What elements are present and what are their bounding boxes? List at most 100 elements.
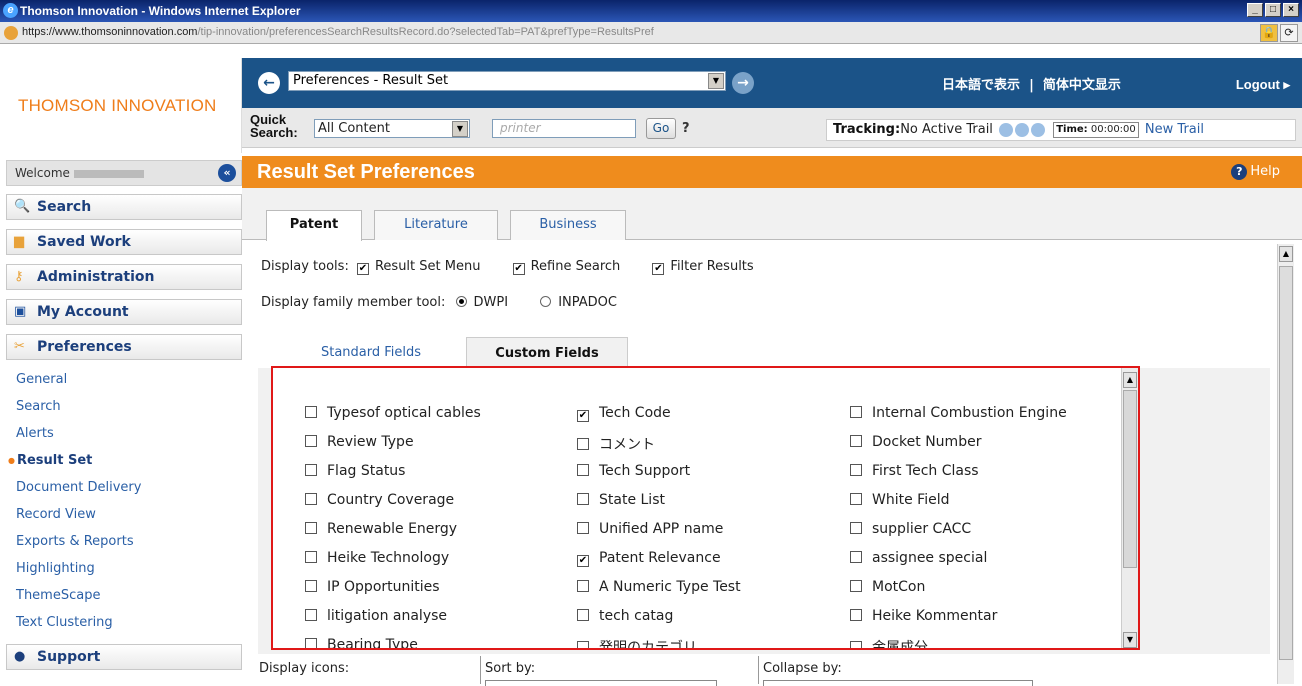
sort-by-select[interactable] <box>485 680 717 686</box>
nav-saved-work[interactable]: ▆ Saved Work <box>6 229 242 255</box>
field-checkbox[interactable] <box>577 522 589 534</box>
pause-icon[interactable] <box>1015 122 1030 137</box>
stop-icon[interactable] <box>1031 122 1046 137</box>
field-checkbox[interactable] <box>305 464 317 476</box>
fields-scrollbar[interactable]: ▲ ▼ <box>1121 368 1138 648</box>
custom-field-item[interactable]: Typesof optical cables <box>305 405 481 421</box>
scroll-thumb[interactable] <box>1123 390 1137 568</box>
scroll-down-icon[interactable]: ▼ <box>1123 632 1137 648</box>
field-checkbox[interactable] <box>577 464 589 476</box>
custom-field-item[interactable]: ✔ Patent Relevance <box>577 550 721 567</box>
field-checkbox[interactable] <box>577 641 589 648</box>
field-checkbox[interactable] <box>850 522 862 534</box>
back-arrow-icon[interactable]: ← <box>258 72 280 94</box>
go-button[interactable]: Go <box>646 118 676 139</box>
custom-field-item[interactable]: State List <box>577 492 665 508</box>
field-checkbox[interactable]: ✔ <box>577 410 589 422</box>
main-scrollbar[interactable]: ▲ <box>1277 244 1294 684</box>
tab-business[interactable]: Business <box>510 210 626 240</box>
nav-my-account[interactable]: ▣ My Account <box>6 299 242 325</box>
minimize-button[interactable]: _ <box>1247 3 1263 17</box>
custom-field-item[interactable]: コメント <box>577 434 655 454</box>
custom-field-item[interactable]: supplier CACC <box>850 521 971 537</box>
field-checkbox[interactable] <box>850 580 862 592</box>
search-scope-select[interactable]: All Content ▼ <box>314 119 470 138</box>
custom-field-item[interactable]: Flag Status <box>305 463 405 479</box>
tab-patent[interactable]: Patent <box>266 210 362 241</box>
field-checkbox[interactable] <box>305 551 317 563</box>
sidebar-item-document-delivery[interactable]: Document Delivery <box>6 474 242 501</box>
custom-field-item[interactable]: Heike Technology <box>305 550 449 566</box>
custom-field-item[interactable]: Bearing Type <box>305 637 418 648</box>
help-link[interactable]: ? Help <box>1231 164 1280 180</box>
sidebar-item-alerts[interactable]: Alerts <box>6 420 242 447</box>
field-checkbox[interactable] <box>850 641 862 648</box>
chevron-down-icon[interactable]: ▼ <box>452 121 468 137</box>
forward-arrow-icon[interactable]: → <box>732 72 754 94</box>
chevron-down-icon[interactable]: ▼ <box>708 73 724 89</box>
scroll-thumb[interactable] <box>1279 266 1293 660</box>
field-checkbox[interactable] <box>850 609 862 621</box>
logout-link[interactable]: Logout ▸ <box>1236 77 1290 93</box>
custom-field-item[interactable]: First Tech Class <box>850 463 979 479</box>
field-checkbox[interactable] <box>577 493 589 505</box>
quick-search-input[interactable]: printer <box>492 119 636 138</box>
tab-standard-fields[interactable]: Standard Fields <box>296 337 446 369</box>
lang-japanese-link[interactable]: 日本語で表示 <box>942 78 1020 93</box>
custom-field-item[interactable]: assignee special <box>850 550 987 566</box>
custom-field-item[interactable]: 金属成分 <box>850 637 928 648</box>
page-status-icon[interactable]: ⟳ <box>1280 24 1298 42</box>
custom-field-item[interactable]: Docket Number <box>850 434 981 450</box>
quick-search-help-icon[interactable]: ? <box>682 121 690 136</box>
play-icon[interactable] <box>999 122 1014 137</box>
sidebar-item-record-view[interactable]: Record View <box>6 501 242 528</box>
sidebar-item-result-set[interactable]: Result Set <box>6 447 242 474</box>
field-checkbox[interactable] <box>850 435 862 447</box>
lang-chinese-link[interactable]: 简体中文显示 <box>1043 78 1121 93</box>
field-checkbox[interactable] <box>850 493 862 505</box>
field-checkbox[interactable] <box>305 609 317 621</box>
collapse-sidebar-icon[interactable]: « <box>218 164 236 182</box>
preferences-select[interactable]: Preferences - Result Set ▼ <box>288 71 726 91</box>
field-checkbox[interactable] <box>850 551 862 563</box>
tab-custom-fields[interactable]: Custom Fields <box>466 337 628 369</box>
scroll-up-icon[interactable]: ▲ <box>1279 246 1293 262</box>
field-checkbox[interactable]: ✔ <box>577 555 589 567</box>
scroll-up-icon[interactable]: ▲ <box>1123 372 1137 388</box>
sidebar-item-themescape[interactable]: ThemeScape <box>6 582 242 609</box>
custom-field-item[interactable]: Tech Support <box>577 463 690 479</box>
close-button[interactable]: × <box>1283 3 1299 17</box>
field-checkbox[interactable] <box>305 435 317 447</box>
thomson-logo[interactable]: THOMSON INNOVATION <box>18 96 216 116</box>
nav-support[interactable]: ● Support <box>6 644 242 670</box>
url-text[interactable]: https://www.thomsoninnovation.com/tip-in… <box>22 26 654 38</box>
dwpi-radio[interactable] <box>455 296 467 307</box>
field-checkbox[interactable] <box>305 638 317 648</box>
sidebar-item-general[interactable]: General <box>6 366 242 393</box>
collapse-by-select[interactable] <box>763 680 1033 686</box>
field-checkbox[interactable] <box>305 580 317 592</box>
custom-field-item[interactable]: ✔ Tech Code <box>577 405 671 422</box>
sidebar-item-text-clustering[interactable]: Text Clustering <box>6 609 242 636</box>
custom-field-item[interactable]: Internal Combustion Engine <box>850 405 1067 421</box>
refine-search-checkbox[interactable]: ✔ <box>512 263 525 275</box>
custom-field-item[interactable]: Country Coverage <box>305 492 454 508</box>
field-checkbox[interactable] <box>850 406 862 418</box>
custom-field-item[interactable]: 発明のカテゴリ <box>577 637 697 648</box>
custom-field-item[interactable]: IP Opportunities <box>305 579 440 595</box>
field-checkbox[interactable] <box>305 406 317 418</box>
field-checkbox[interactable] <box>577 580 589 592</box>
sidebar-item-exports-reports[interactable]: Exports & Reports <box>6 528 242 555</box>
custom-field-item[interactable]: Review Type <box>305 434 414 450</box>
field-checkbox[interactable] <box>850 464 862 476</box>
nav-administration[interactable]: ⚷ Administration <box>6 264 242 290</box>
field-checkbox[interactable] <box>577 438 589 450</box>
nav-search[interactable]: 🔍 Search <box>6 194 242 220</box>
tab-literature[interactable]: Literature <box>374 210 498 240</box>
custom-field-item[interactable]: Unified APP name <box>577 521 723 537</box>
custom-field-item[interactable]: MotCon <box>850 579 925 595</box>
field-checkbox[interactable] <box>577 609 589 621</box>
custom-field-item[interactable]: tech catag <box>577 608 673 624</box>
custom-field-item[interactable]: White Field <box>850 492 949 508</box>
sidebar-item-highlighting[interactable]: Highlighting <box>6 555 242 582</box>
